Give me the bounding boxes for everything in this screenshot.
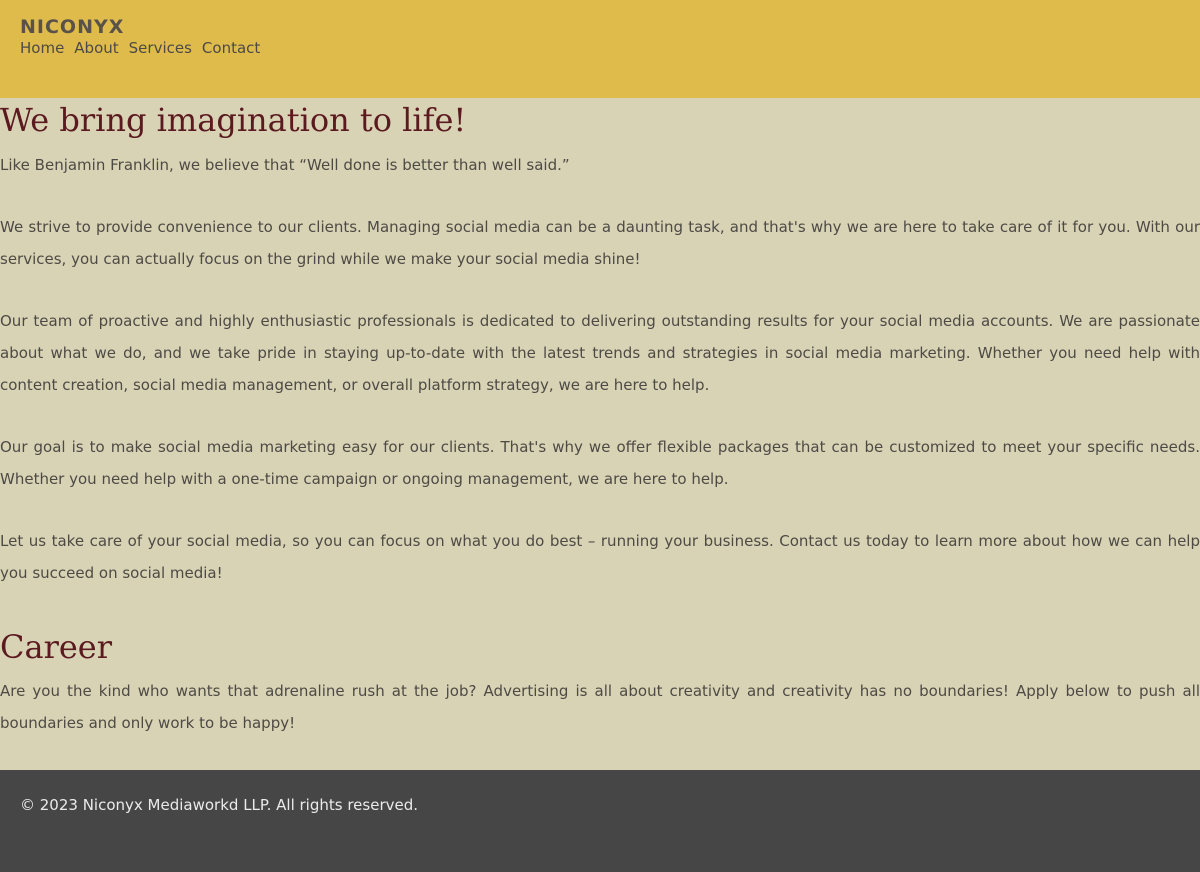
- career-paragraph: Are you the kind who wants that adrenali…: [0, 682, 1200, 732]
- site-footer: © 2023 Niconyx Mediaworkd LLP. All right…: [0, 770, 1200, 872]
- main-content: We bring imagination to life! Like Benja…: [0, 98, 1200, 739]
- career-heading: Career: [0, 628, 113, 666]
- goal-paragraph: Our goal is to make social media marketi…: [0, 438, 1200, 488]
- main-nav: Home About Services Contact: [20, 38, 1180, 58]
- site-logo[interactable]: NICONYX: [20, 18, 1180, 37]
- nav-link-about[interactable]: About: [74, 38, 118, 58]
- convenience-paragraph: We strive to provide convenience to our …: [0, 218, 1200, 268]
- intro-quote-paragraph: Like Benjamin Franklin, we believe that …: [0, 156, 570, 174]
- page-title: We bring imagination to life!: [0, 101, 467, 139]
- team-paragraph: Our team of proactive and highly enthusi…: [0, 312, 1200, 394]
- site-header: NICONYX Home About Services Contact: [0, 0, 1200, 98]
- nav-link-services[interactable]: Services: [129, 38, 192, 58]
- nav-link-home[interactable]: Home: [20, 38, 64, 58]
- copyright-text: © 2023 Niconyx Mediaworkd LLP. All right…: [20, 796, 419, 814]
- nav-link-contact[interactable]: Contact: [202, 38, 260, 58]
- call-to-action-paragraph: Let us take care of your social media, s…: [0, 532, 1200, 582]
